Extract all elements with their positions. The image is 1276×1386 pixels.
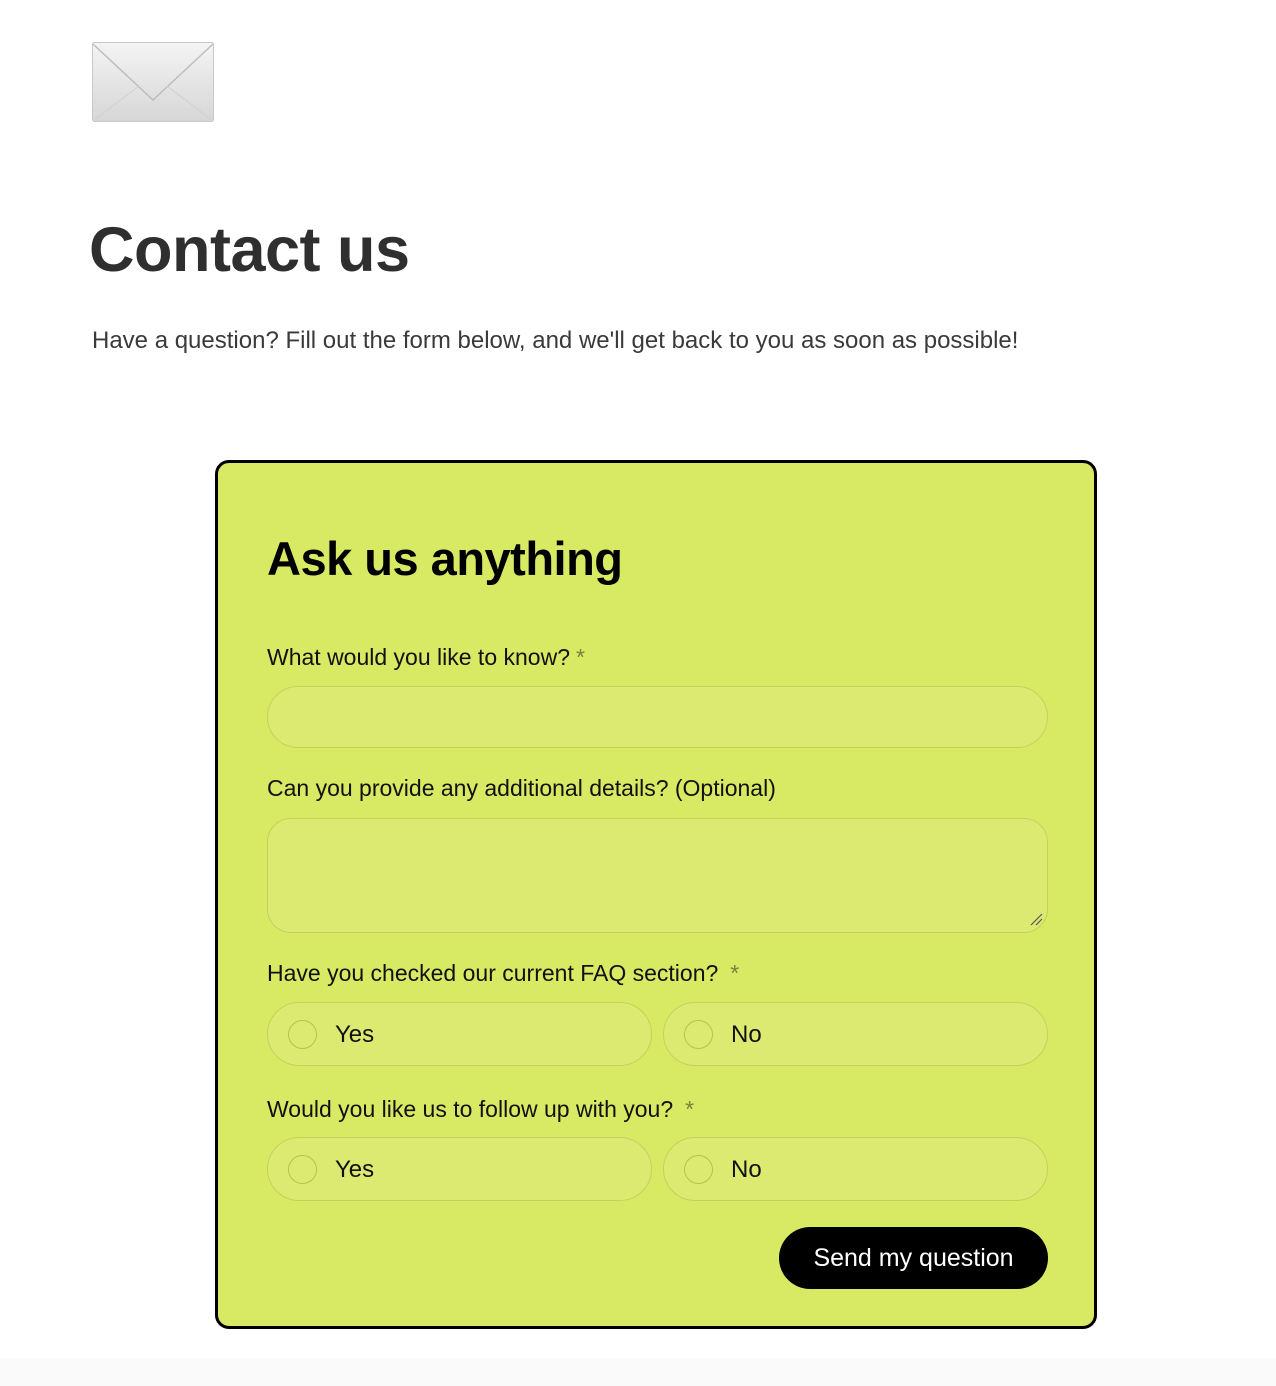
- page-footer-strip: [0, 1358, 1276, 1386]
- required-mark: *: [576, 644, 585, 670]
- follow-up-no-label: No: [731, 1156, 762, 1183]
- faq-label-text: Have you checked our current FAQ section…: [267, 960, 719, 986]
- faq-no-option[interactable]: No: [663, 1002, 1048, 1066]
- follow-up-no-radio[interactable]: [684, 1155, 713, 1184]
- contact-page: Contact us Have a question? Fill out the…: [0, 0, 1276, 1386]
- question-label-text: What would you like to know?: [267, 644, 570, 670]
- follow-up-label: Would you like us to follow up with you?…: [267, 1096, 694, 1123]
- follow-up-label-text: Would you like us to follow up with you?: [267, 1096, 674, 1122]
- required-mark: *: [730, 960, 740, 986]
- faq-yes-label: Yes: [335, 1021, 375, 1048]
- follow-up-yes-label: Yes: [335, 1156, 375, 1183]
- faq-no-radio[interactable]: [684, 1020, 713, 1049]
- envelope-icon: [92, 42, 214, 122]
- question-input[interactable]: [267, 686, 1048, 748]
- faq-yes-radio[interactable]: [288, 1020, 317, 1049]
- required-mark: *: [685, 1096, 695, 1122]
- question-label: What would you like to know? *: [267, 644, 585, 671]
- faq-yes-option[interactable]: Yes: [267, 1002, 652, 1066]
- details-textarea[interactable]: [267, 818, 1048, 933]
- form-title: Ask us anything: [267, 532, 623, 585]
- follow-up-yes-option[interactable]: Yes: [267, 1137, 652, 1201]
- contact-form: Ask us anything What would you like to k…: [215, 460, 1097, 1329]
- send-question-button[interactable]: Send my question: [779, 1227, 1048, 1289]
- resize-handle-icon[interactable]: [1029, 912, 1043, 926]
- details-label: Can you provide any additional details? …: [267, 775, 776, 801]
- page-title: Contact us: [89, 215, 410, 285]
- follow-up-yes-radio[interactable]: [288, 1155, 317, 1184]
- intro-text: Have a question? Fill out the form below…: [92, 327, 1019, 354]
- follow-up-no-option[interactable]: No: [663, 1137, 1048, 1201]
- faq-no-label: No: [731, 1021, 762, 1048]
- faq-label: Have you checked our current FAQ section…: [267, 960, 739, 987]
